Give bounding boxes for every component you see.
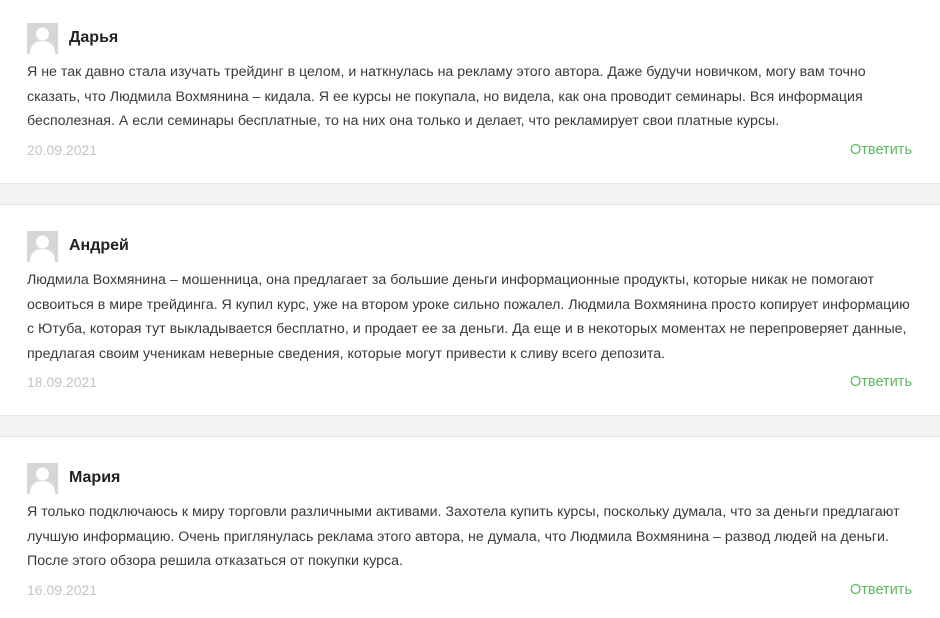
comment-author: Мария [69, 469, 121, 486]
comment-separator [0, 415, 940, 437]
comment-3: Мария Я только подключаюсь к миру торгов… [0, 462, 940, 600]
comment-date: 18.09.2021 [27, 374, 98, 390]
comment-date: 16.09.2021 [27, 581, 98, 598]
comment-header: Дарья [27, 22, 912, 54]
comment-footer: 20.09.2021 Ответить [27, 140, 912, 160]
comment-header: Мария [27, 462, 912, 494]
comment-text: Я не так давно стала изучать трейдинг в … [27, 64, 866, 129]
reply-link[interactable]: Ответить [850, 142, 912, 158]
comment-footer: 16.09.2021 Ответить [27, 580, 912, 600]
comment-text: Я только подключаюсь к миру торговли раз… [27, 504, 900, 569]
comment-2: Андрей Людмила Вохмянина – мошенница, он… [0, 230, 940, 392]
comment-1: Дарья Я не так давно стала изучать трейд… [0, 22, 940, 160]
comment-date: 20.09.2021 [27, 141, 98, 158]
comment-footer: 18.09.2021 Ответить [27, 372, 912, 392]
user-placeholder-icon [27, 230, 58, 262]
comment-separator [0, 183, 940, 205]
comment-author: Дарья [69, 29, 119, 46]
user-placeholder-icon [27, 22, 58, 54]
user-placeholder-icon [27, 462, 58, 494]
comment-header: Андрей [27, 230, 912, 262]
comment-author: Андрей [69, 237, 129, 254]
reply-link[interactable]: Ответить [850, 374, 912, 390]
reply-link[interactable]: Ответить [850, 582, 912, 598]
comment-text: Людмила Вохмянина – мошенница, она предл… [27, 272, 910, 362]
